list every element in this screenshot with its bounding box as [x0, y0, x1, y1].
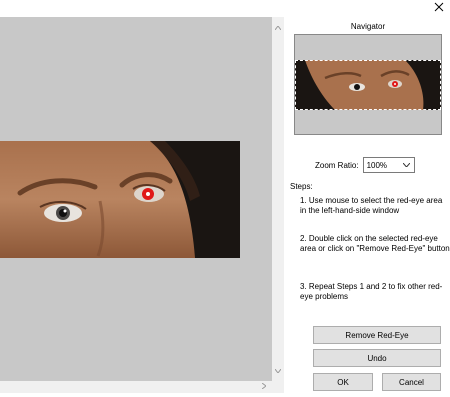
vertical-scrollbar[interactable] [272, 17, 284, 381]
scroll-corner [272, 381, 284, 393]
step-text: 1. Use mouse to select the red-eye area … [300, 196, 443, 215]
step-text: 3. Repeat Steps 1 and 2 to fix other red… [300, 282, 443, 301]
remove-red-eye-button[interactable]: Remove Red-Eye [313, 326, 441, 344]
undo-button[interactable]: Undo [313, 349, 441, 367]
scroll-right-arrow-icon[interactable] [262, 383, 266, 389]
horizontal-scrollbar[interactable] [0, 381, 272, 393]
close-button[interactable] [428, 0, 450, 14]
zoom-ratio-select[interactable]: 100% [362, 157, 415, 173]
zoom-label: Zoom Ratio: [315, 160, 359, 170]
ok-button[interactable]: OK [313, 373, 373, 391]
scroll-up-arrow-icon[interactable] [275, 26, 281, 30]
navigator-viewport-frame[interactable] [295, 60, 441, 110]
title-bar [0, 0, 450, 17]
navigator-panel[interactable] [294, 34, 442, 135]
steps-heading: Steps: [290, 182, 313, 191]
close-icon [434, 2, 444, 12]
cancel-button[interactable]: Cancel [382, 373, 441, 391]
step-text: 2. Double click on the selected red-eye … [300, 234, 450, 253]
zoom-row: Zoom Ratio: 100% [315, 157, 415, 173]
scroll-down-arrow-icon[interactable] [275, 369, 281, 373]
navigator-title: Navigator [350, 22, 386, 31]
photo-image[interactable] [0, 141, 240, 258]
chevron-down-icon [402, 163, 410, 167]
editing-canvas[interactable] [0, 17, 272, 381]
zoom-value: 100% [366, 160, 388, 170]
